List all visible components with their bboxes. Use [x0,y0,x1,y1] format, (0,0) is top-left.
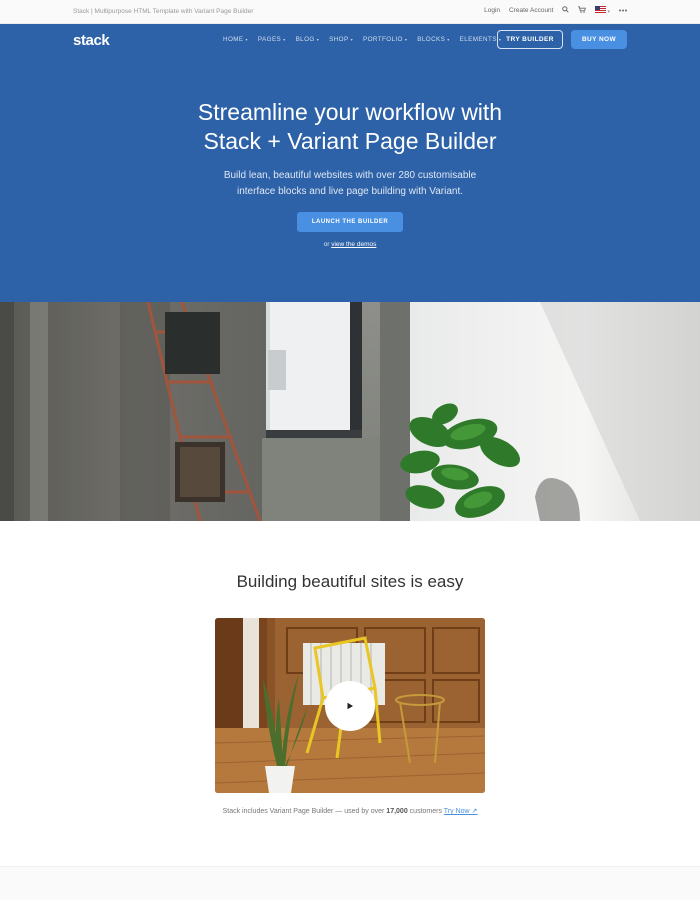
hero-subtitle-line1: Build lean, beautiful websites with over… [223,170,477,181]
nav-label: BLOG [295,36,315,43]
cart-icon[interactable] [578,6,587,15]
chevron-down-icon: ▾ [447,37,450,42]
site-tagline: Stack | Multipurpose HTML Template with … [73,8,254,15]
try-now-link[interactable]: Try Now ↗ [444,808,478,815]
caption-prefix: Stack includes Variant Page Builder — us… [222,808,385,815]
more-icon[interactable] [619,7,627,14]
or-text: or [323,241,330,248]
search-icon[interactable] [562,6,570,15]
nav-label: SHOP [329,36,349,43]
nav-item-blog[interactable]: BLOG ▾ [296,36,320,43]
view-demos-link[interactable]: view the demos [331,241,376,248]
site-logo[interactable]: stack [73,32,110,49]
try-builder-button[interactable]: TRY BUILDER [497,30,563,49]
nav-item-pages[interactable]: PAGES ▾ [258,36,286,43]
video-caption: Stack includes Variant Page Builder — us… [0,807,700,815]
utility-bar: Stack | Multipurpose HTML Template with … [0,0,700,24]
chevron-down-icon: ▾ [283,37,286,42]
customer-count: 17,000 [386,808,408,815]
chevron-down-icon: ▾ [316,37,320,42]
hero-photo [0,302,700,521]
nav-label: BLOCKS [417,36,446,43]
nav-item-home[interactable]: HOME ▾ [223,36,248,43]
us-flag-icon [595,6,607,13]
chevron-down-icon: ▾ [404,37,408,42]
utility-links: Login Create Account ▾ [484,6,627,15]
main-nav: HOME ▾ PAGES ▾ BLOG ▾ SHOP ▾ PORTFOLIO ▾ BLOC… [223,36,501,43]
login-link[interactable]: Login [484,7,500,14]
nav-item-shop[interactable]: SHOP ▾ [329,36,353,43]
hero-heading-line2: Stack + Variant Page Builder [203,128,497,154]
hero-section: stack HOME ▾ PAGES ▾ BLOG ▾ SHOP ▾ PORTFOLIO… [0,24,700,302]
hero-subtitle-line2: interface blocks and live page building … [236,186,464,197]
section-heading: Building beautiful sites is easy [236,572,464,591]
hero-heading-line1: Streamline your workflow with [197,99,503,125]
nav-item-elements[interactable]: ELEMENTS ▾ [460,36,502,43]
nav-item-blocks[interactable]: BLOCKS ▾ [417,36,449,43]
next-section-strip [0,866,700,900]
nav-label: PAGES [257,36,282,43]
play-button[interactable] [325,681,375,731]
nav-label: PORTFOLIO [362,36,403,43]
nav-item-portfolio[interactable]: PORTFOLIO ▾ [363,36,407,43]
create-account-link[interactable]: Create Account [509,7,553,14]
play-icon [347,702,353,710]
chevron-down-icon: ▾ [245,37,248,42]
hero-alt-link-row: or view the demos [0,241,700,248]
hero-subtitle: Build lean, beautiful websites with over… [0,168,700,200]
caption-suffix: customers [409,808,442,815]
nav-label: ELEMENTS [459,36,497,43]
chevron-down-icon: ▾ [350,37,353,42]
language-selector[interactable]: ▾ [595,6,610,15]
buy-now-button[interactable]: BUY NOW [571,30,627,49]
hero-heading: Streamline your workflow with Stack + Va… [0,98,700,156]
chevron-down-icon: ▾ [607,9,610,15]
nav-label: HOME [223,36,244,43]
launch-builder-button[interactable]: LAUNCH THE BUILDER [297,212,403,232]
